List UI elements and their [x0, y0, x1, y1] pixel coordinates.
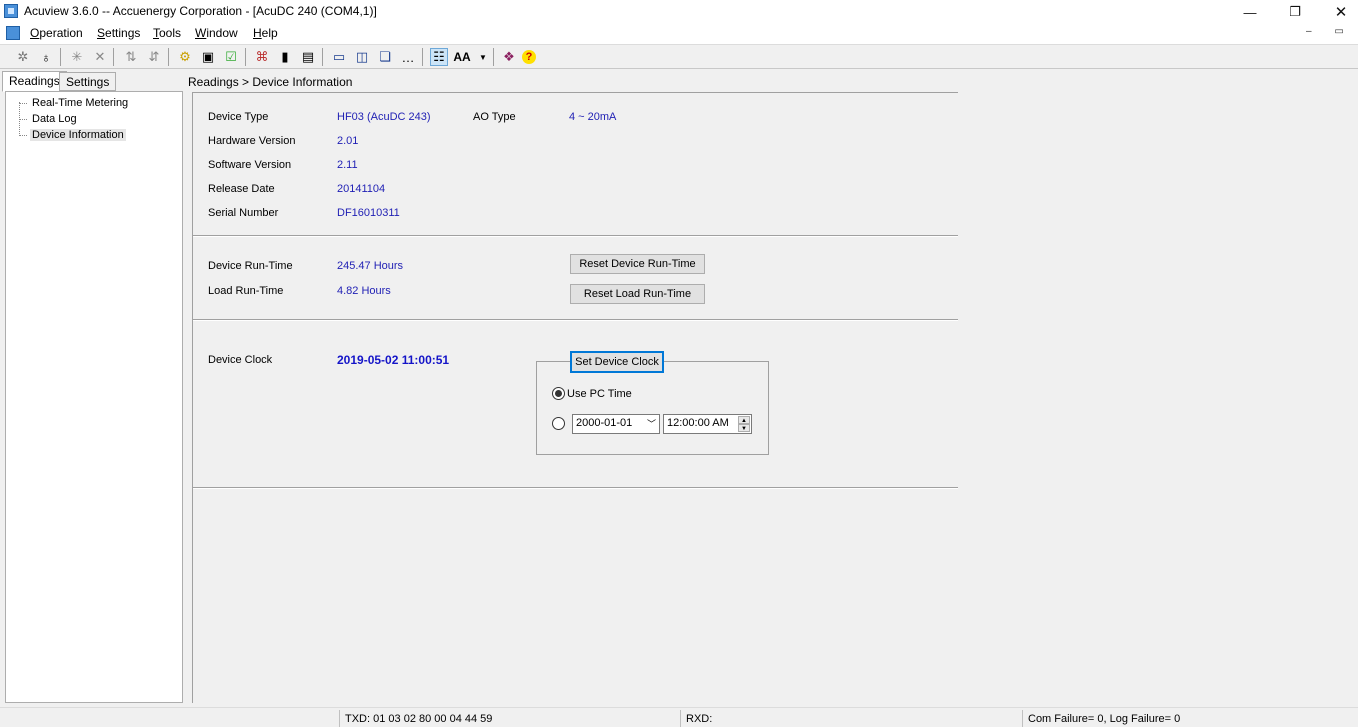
menu-settings[interactable]: Settings — [97, 26, 140, 40]
split-icon[interactable]: ⇅ — [122, 48, 140, 66]
star-icon[interactable]: ✳ — [68, 48, 86, 66]
toolbar-separator — [113, 48, 114, 66]
ao-type-value: 4 ~ 20mA — [569, 111, 617, 123]
bulb-icon[interactable]: ♁ — [37, 48, 55, 66]
software-version-label: Software Version — [208, 159, 292, 171]
date-picker[interactable]: 2000-01-01 ﹀ — [572, 414, 660, 434]
cascade-icon[interactable]: ❏ — [376, 48, 394, 66]
release-date-label: Release Date — [208, 183, 275, 195]
check-icon[interactable]: ☑ — [222, 48, 240, 66]
use-pc-time-label: Use PC Time — [567, 388, 632, 400]
toolbar-separator — [168, 48, 169, 66]
app-icon — [4, 4, 18, 18]
status-txd: TXD: 01 03 02 80 00 04 44 59 — [345, 713, 493, 725]
menu-help[interactable]: Help — [253, 26, 278, 40]
tree-item-data-log[interactable]: Data Log — [30, 113, 79, 125]
section-divider — [193, 487, 958, 489]
tree-toggle-icon[interactable]: ☷ — [430, 48, 448, 66]
device-icon[interactable]: ▮ — [276, 48, 294, 66]
menu-tools[interactable]: Tools — [153, 26, 181, 40]
date-picker-value: 2000-01-01 — [576, 417, 633, 429]
menu-window[interactable]: Window — [195, 26, 238, 40]
chevron-down-icon: ﹀ — [646, 419, 656, 429]
use-pc-time-radio[interactable] — [552, 387, 565, 400]
menu-bar: Operation Settings Tools Window Help – ▭… — [0, 24, 1358, 44]
toolbar-separator — [422, 48, 423, 66]
help-icon[interactable]: ? — [522, 50, 536, 64]
set-device-clock-button[interactable]: Set Device Clock — [570, 351, 664, 373]
minimize-button[interactable]: — — [1227, 0, 1273, 24]
breadcrumb: Readings > Device Information — [188, 75, 353, 89]
toolbar-separator — [322, 48, 323, 66]
status-separator — [680, 710, 681, 727]
dropdown-arrow-icon[interactable]: ▼ — [474, 48, 492, 66]
device-clock-value: 2019-05-02 11:00:51 — [337, 353, 450, 367]
window-title: Acuview 3.6.0 -- Accuenergy Corporation … — [24, 4, 377, 18]
device-runtime-label: Device Run-Time — [208, 260, 293, 272]
device-type-label: Device Type — [208, 111, 269, 123]
cog-yellow-icon[interactable]: ⚙ — [176, 48, 194, 66]
tab-readings[interactable]: Readings — [2, 71, 67, 92]
document-icon[interactable] — [6, 26, 20, 40]
hardware-version-value: 2.01 — [337, 135, 359, 147]
toolbar-separator — [60, 48, 61, 66]
tree-item-device-information[interactable]: Device Information — [30, 129, 126, 141]
toolbar-separator — [493, 48, 494, 66]
spin-down-icon[interactable]: ▼ — [738, 424, 750, 432]
font-icon[interactable]: AA — [453, 48, 471, 66]
tree-connector — [19, 135, 27, 136]
custom-time-radio[interactable] — [552, 417, 565, 430]
arrange-icon[interactable]: … — [399, 48, 417, 66]
serial-number-value: DF16010311 — [337, 207, 400, 219]
split2-icon[interactable]: ⇵ — [145, 48, 163, 66]
layout-v-icon[interactable]: ◫ — [353, 48, 371, 66]
ao-type-label: AO Type — [473, 111, 516, 123]
x-icon[interactable]: ✕ — [91, 48, 109, 66]
time-spinner-value: 12:00:00 AM — [667, 417, 729, 429]
layout-h-icon[interactable]: ▭ — [330, 48, 348, 66]
hardware-version-label: Hardware Version — [208, 135, 296, 147]
network-icon[interactable]: ⌘ — [253, 48, 271, 66]
toolbar-separator — [245, 48, 246, 66]
status-separator — [339, 710, 340, 727]
release-date-value: 20141104 — [337, 183, 386, 195]
multi-device-icon[interactable]: ▤ — [299, 48, 317, 66]
tree-item-real-time-metering[interactable]: Real-Time Metering — [30, 97, 130, 109]
section-divider — [193, 235, 958, 237]
tab-settings[interactable]: Settings — [59, 72, 117, 91]
toolbar: ✲ ♁ ✳ ✕ ⇅ ⇵ ⚙ ▣ ☑ ⌘ ▮ ▤ ▭ ◫ ❏ … ☷ AA ▼ ❖… — [0, 44, 1358, 69]
menu-operation[interactable]: Operation — [30, 26, 83, 40]
tree-connector — [19, 103, 27, 104]
time-spinner[interactable]: 12:00:00 AM ▲ ▼ — [663, 414, 752, 434]
status-separator — [1022, 710, 1023, 727]
maximize-button[interactable]: ❐ — [1272, 0, 1318, 24]
close-button[interactable]: ✕ — [1318, 0, 1358, 24]
load-runtime-label: Load Run-Time — [208, 285, 284, 297]
status-bar: TXD: 01 03 02 80 00 04 44 59 RXD: Com Fa… — [0, 707, 1358, 727]
device-clock-label: Device Clock — [208, 354, 273, 366]
monitor-icon[interactable]: ▣ — [199, 48, 217, 66]
navigation-tree: Real-Time Metering Data Log Device Infor… — [5, 91, 183, 703]
reset-device-runtime-button[interactable]: Reset Device Run-Time — [570, 254, 705, 274]
serial-number-label: Serial Number — [208, 207, 279, 219]
status-rxd: RXD: — [686, 713, 713, 725]
device-type-value: HF03 (AcuDC 243) — [337, 111, 431, 123]
load-runtime-value: 4.82 Hours — [337, 285, 391, 297]
spin-up-icon[interactable]: ▲ — [738, 416, 750, 424]
section-divider — [193, 319, 958, 321]
left-tab-strip: Readings Settings — [0, 70, 186, 92]
device-runtime-value: 245.47 Hours — [337, 260, 404, 272]
book-icon[interactable]: ❖ — [500, 48, 518, 66]
title-bar: Acuview 3.6.0 -- Accuenergy Corporation … — [0, 0, 1358, 24]
set-clock-groupbox — [536, 361, 769, 455]
software-version-value: 2.11 — [337, 159, 358, 171]
status-failures: Com Failure= 0, Log Failure= 0 — [1028, 713, 1181, 725]
mdi-window-controls[interactable]: – ▭ ✕ — [1306, 26, 1358, 37]
gear-icon[interactable]: ✲ — [14, 48, 32, 66]
tree-connector — [19, 119, 27, 120]
reset-load-runtime-button[interactable]: Reset Load Run-Time — [570, 284, 705, 304]
